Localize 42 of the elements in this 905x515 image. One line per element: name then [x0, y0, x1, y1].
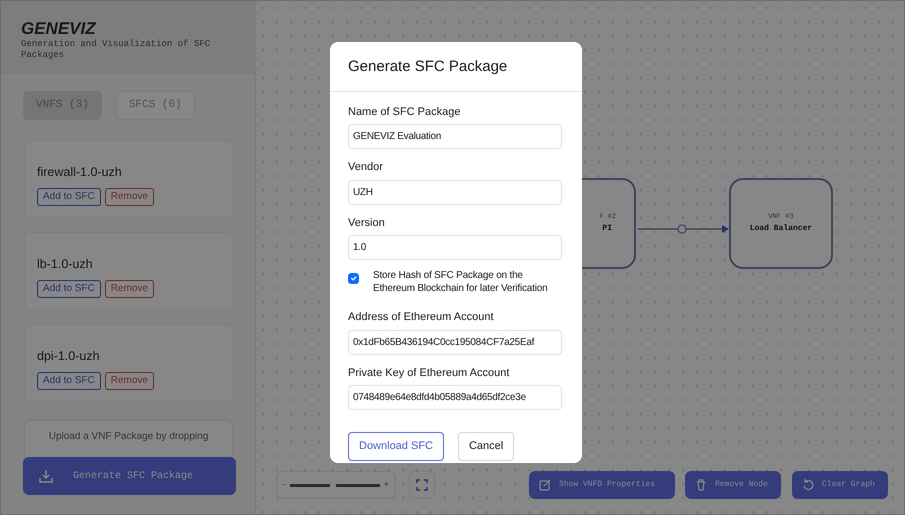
remove-button[interactable]: Remove	[104, 372, 154, 390]
vnf-name: dpi-1.0-uzh	[37, 348, 101, 365]
app-subtitle: Generation and Visualization of SFC Packages	[21, 39, 211, 60]
field-label: Address of Ethereum Account	[348, 310, 495, 325]
dialog-title: Generate SFC Package	[330, 42, 582, 92]
trash-icon	[695, 479, 707, 491]
remove-button[interactable]: Remove	[104, 280, 154, 298]
reset-icon	[802, 479, 814, 491]
field-label: Vendor	[348, 160, 384, 175]
input-field[interactable]: 0x1dFb65B436194C0cc195084CF7a25Eaf	[348, 330, 562, 354]
input-field[interactable]: UZH	[348, 180, 562, 204]
checkbox-label: Store Hash of SFC Package on the Ethereum Blockchain for later Verification	[373, 270, 548, 295]
remove-button[interactable]: Remove	[104, 188, 154, 206]
toolbar-button[interactable]: Clear Graph	[792, 471, 888, 499]
download-button[interactable]: Download SFC	[348, 432, 444, 460]
upload-hint: Upload a VNF Package by dropping	[48, 430, 208, 442]
download-icon	[39, 469, 53, 483]
add-to-sfc-button[interactable]: Add to SFC	[37, 372, 101, 390]
input-field[interactable]: 1.0	[348, 235, 562, 260]
checkbox[interactable]	[348, 273, 359, 284]
generate-sfc-button[interactable]: Generate SFC Package	[23, 457, 236, 495]
add-to-sfc-button[interactable]: Add to SFC	[37, 188, 101, 206]
zoom-in-sign[interactable]: +	[384, 478, 389, 492]
node-label: Load Balancer	[750, 222, 812, 235]
add-to-sfc-button[interactable]: Add to SFC	[37, 280, 101, 298]
input-field[interactable]: GENEVIZ Evaluation	[348, 124, 562, 149]
edit-icon	[539, 479, 551, 491]
app-title: GENEVIZ	[21, 19, 97, 40]
fullscreen-button[interactable]	[409, 471, 435, 499]
field-label: Version	[348, 216, 386, 230]
cancel-button[interactable]: Cancel	[458, 432, 514, 460]
vnf-name: lb-1.0-uzh	[37, 256, 94, 273]
field-label: Name of SFC Package	[348, 104, 462, 120]
fullscreen-icon	[416, 479, 428, 491]
vnf-name: firewall-1.0-uzh	[37, 164, 123, 181]
toolbar-button[interactable]: Show VNFD Properties	[529, 471, 675, 499]
upload-dropzone[interactable]: Upload a VNF Package by dropping	[24, 420, 233, 460]
zoom-out-sign[interactable]: -	[283, 478, 286, 492]
field-label: Private Key of Ethereum Account	[348, 366, 510, 380]
node-label: PI	[602, 222, 612, 235]
toolbar-button[interactable]: Remove Node	[685, 471, 781, 499]
input-field[interactable]: 0748489e64e8dfd4b05889a4d65df2ce3e	[348, 385, 562, 410]
